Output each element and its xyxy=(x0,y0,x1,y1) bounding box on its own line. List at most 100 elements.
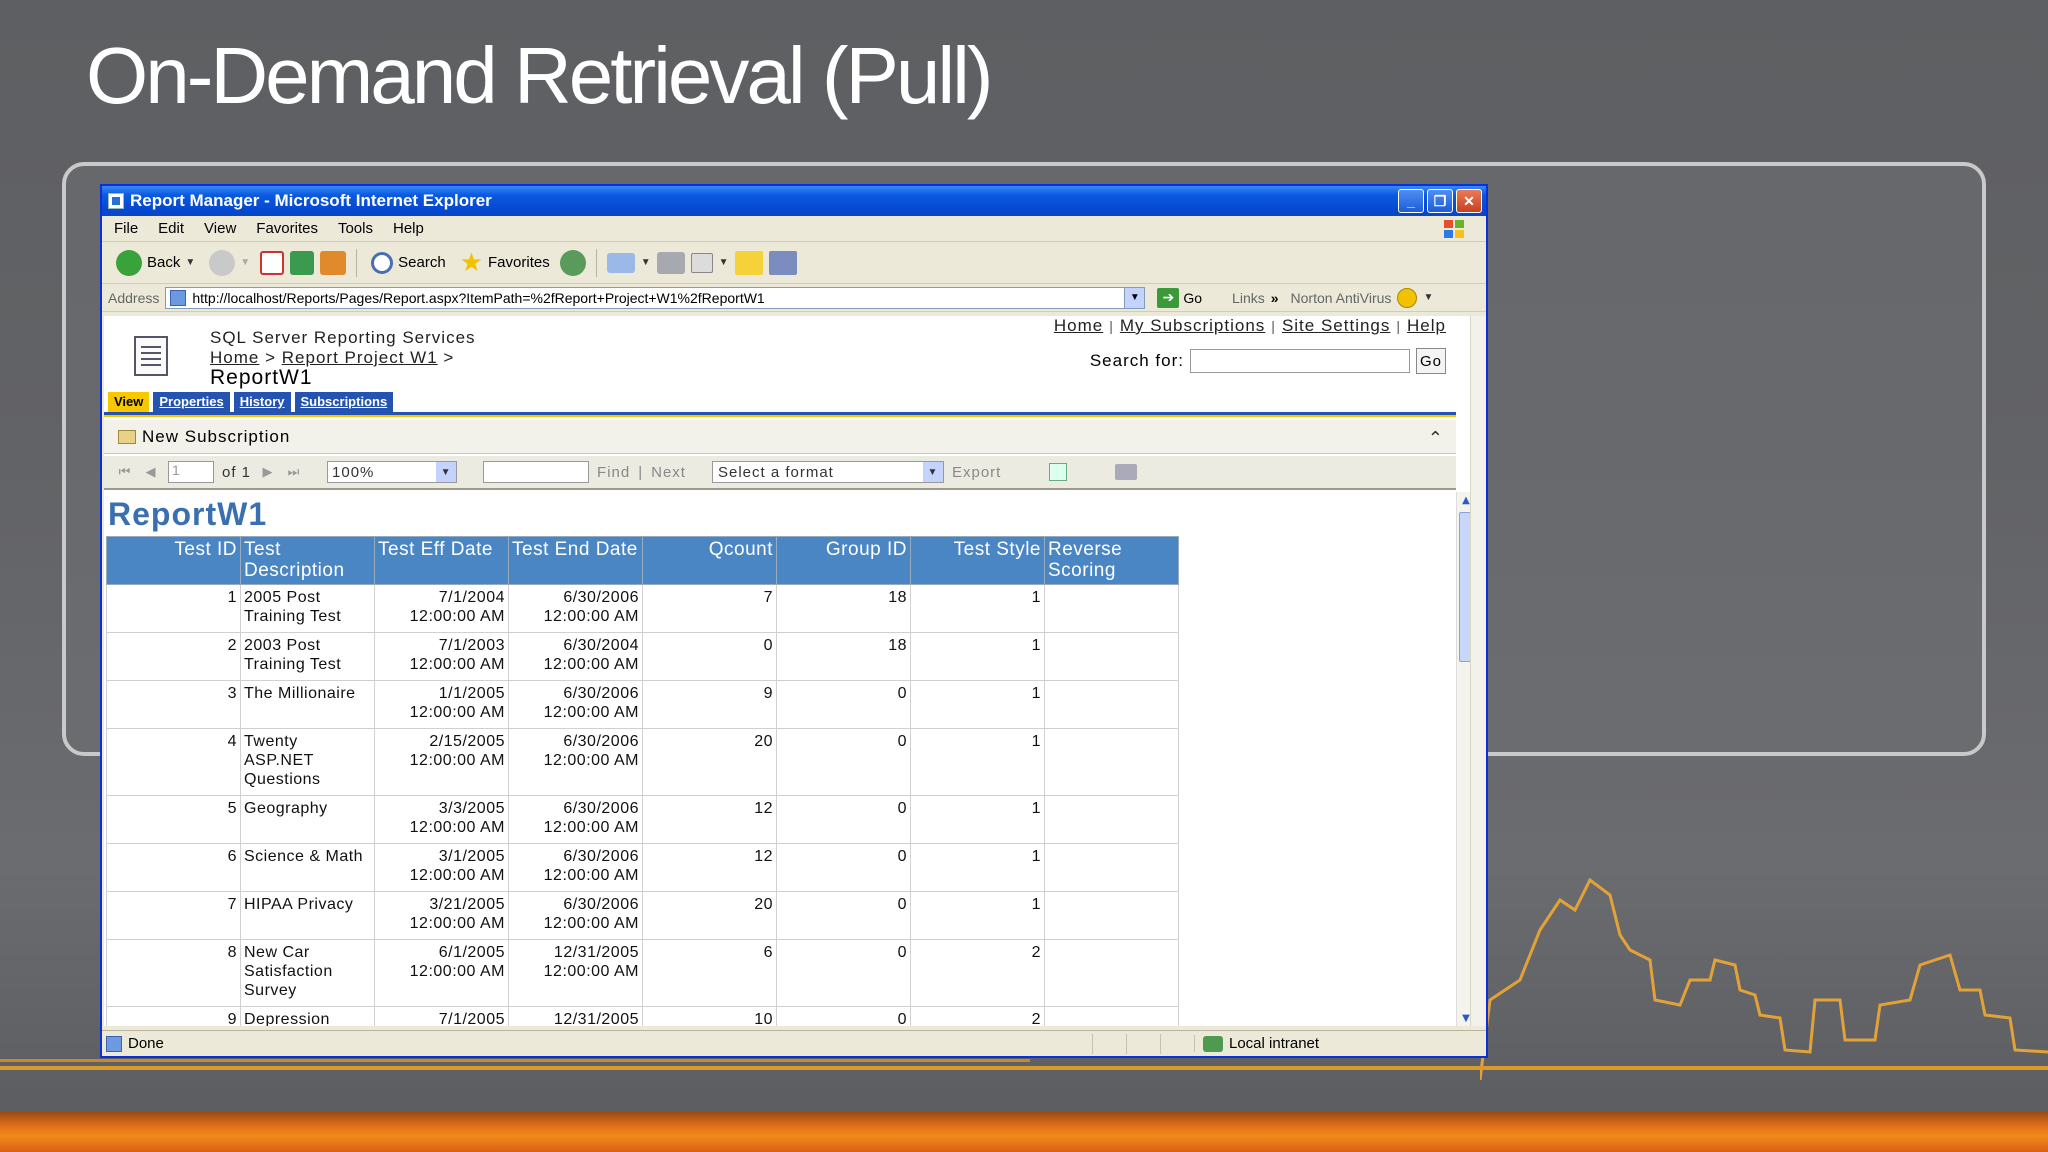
window-titlebar[interactable]: Report Manager - Microsoft Internet Expl… xyxy=(102,186,1486,216)
chevron-down-icon[interactable]: ▼ xyxy=(185,257,195,268)
links-more[interactable]: » xyxy=(1271,290,1279,306)
minimize-button[interactable]: _ xyxy=(1398,189,1424,213)
norton-label[interactable]: Norton AntiVirus xyxy=(1291,290,1392,306)
subscription-bar: New Subscription ⌃ xyxy=(104,420,1456,454)
cell-reverse-scoring xyxy=(1044,680,1179,729)
cell-qcount: 0 xyxy=(642,632,777,681)
last-page-icon[interactable]: ⏭ xyxy=(285,464,303,479)
menu-edit[interactable]: Edit xyxy=(158,220,184,237)
stop-icon[interactable] xyxy=(260,250,285,275)
menu-favorites[interactable]: Favorites xyxy=(256,220,318,237)
tab-strip: View Properties History Subscriptions xyxy=(108,392,394,412)
chevron-down-icon[interactable]: ▼ xyxy=(1124,287,1145,308)
go-label: Go xyxy=(1183,289,1203,306)
next-link[interactable]: Next xyxy=(651,464,686,481)
rs-header: SQL Server Reporting Services Home > Rep… xyxy=(104,316,1456,417)
find-input[interactable] xyxy=(483,461,590,483)
close-button[interactable]: ✕ xyxy=(1456,189,1482,213)
floor-line xyxy=(0,1059,1030,1062)
next-page-icon[interactable]: ▶ xyxy=(259,464,277,479)
link-home[interactable]: Home xyxy=(1054,316,1103,335)
refresh-icon[interactable] xyxy=(1049,463,1068,481)
previous-page-icon[interactable]: ◀ xyxy=(142,464,160,479)
history-icon[interactable] xyxy=(559,249,586,276)
cell-group-id: 18 xyxy=(776,632,911,681)
cell-eff-date: 1/1/2005 12:00:00 AM xyxy=(374,680,509,729)
tab-subscriptions[interactable]: Subscriptions xyxy=(294,392,394,412)
cell-test-style: 2 xyxy=(910,1006,1045,1026)
collapse-icon[interactable]: ⌃ xyxy=(1428,428,1444,449)
tab-properties[interactable]: Properties xyxy=(153,392,230,412)
menu-help[interactable]: Help xyxy=(393,220,424,237)
menu-view[interactable]: View xyxy=(204,220,236,237)
zoom-select[interactable]: 100% ▼ xyxy=(327,461,458,483)
report-table: Test ID Test Description Test Eff Date T… xyxy=(106,536,1179,1026)
link-site-settings[interactable]: Site Settings xyxy=(1282,316,1390,335)
cell-qcount: 12 xyxy=(642,795,777,844)
menu-bar: File Edit View Favorites Tools Help xyxy=(102,216,1486,242)
folder-icon[interactable] xyxy=(734,250,763,275)
cell-eff-date: 6/1/2005 12:00:00 AM xyxy=(374,939,509,1007)
home-icon[interactable] xyxy=(320,250,347,275)
research-icon[interactable] xyxy=(768,250,797,275)
go-button[interactable]: ➔ Go xyxy=(1151,287,1208,308)
menu-tools[interactable]: Tools xyxy=(338,220,373,237)
search-button[interactable]: Search xyxy=(367,250,450,276)
mail-icon[interactable] xyxy=(606,252,635,273)
cell-test-style: 1 xyxy=(910,584,1045,633)
refresh-icon[interactable] xyxy=(290,250,315,275)
find-link[interactable]: Find xyxy=(597,464,630,481)
cell-description: New Car Satisfaction Survey xyxy=(240,939,375,1007)
cell-group-id: 18 xyxy=(776,584,911,633)
cell-test-style: 1 xyxy=(910,843,1045,892)
edit-icon[interactable] xyxy=(690,252,713,273)
favorites-button[interactable]: ★ Favorites xyxy=(456,245,554,280)
page-scrollbar[interactable] xyxy=(1470,316,1486,1026)
export-link[interactable]: Export xyxy=(952,464,1001,481)
chevron-down-icon[interactable]: ▼ xyxy=(719,257,729,268)
chevron-down-icon[interactable]: ▼ xyxy=(641,257,651,268)
cell-group-id: 0 xyxy=(776,728,911,796)
address-input[interactable]: http://localhost/Reports/Pages/Report.as… xyxy=(165,286,1146,309)
cell-eff-date: 7/1/2004 12:00:00 AM xyxy=(374,584,509,633)
product-name: SQL Server Reporting Services xyxy=(210,328,476,347)
window-title: Report Manager - Microsoft Internet Expl… xyxy=(130,191,492,210)
address-label: Address xyxy=(108,289,160,306)
first-page-icon[interactable]: ⏮ xyxy=(116,464,134,479)
link-help[interactable]: Help xyxy=(1407,316,1446,335)
cell-test-style: 1 xyxy=(910,891,1045,940)
link-separator: | xyxy=(1109,318,1114,334)
links-label[interactable]: Links xyxy=(1232,290,1265,306)
menu-file[interactable]: File xyxy=(114,220,138,237)
table-row: 7 HIPAA Privacy 3/21/2005 12:00:00 AM 6/… xyxy=(106,891,1179,940)
cell-end-date: 6/30/2006 12:00:00 AM xyxy=(508,584,643,633)
restore-button[interactable]: ❐ xyxy=(1427,189,1453,213)
back-button[interactable]: Back ▼ xyxy=(112,248,199,278)
cell-qcount: 12 xyxy=(642,843,777,892)
crumb-home[interactable]: Home xyxy=(210,348,259,367)
new-subscription-link[interactable]: New Subscription xyxy=(142,427,290,447)
find-separator: | xyxy=(638,463,644,481)
cell-eff-date: 3/1/2005 12:00:00 AM xyxy=(374,843,509,892)
forward-button[interactable]: ▼ xyxy=(205,248,254,278)
export-format-select[interactable]: Select a format ▼ xyxy=(711,461,944,483)
column-header: Test Style xyxy=(910,536,1045,585)
cell-reverse-scoring xyxy=(1044,843,1179,892)
cell-description: Geography xyxy=(240,795,375,844)
tab-history[interactable]: History xyxy=(233,392,291,412)
print-icon[interactable] xyxy=(1115,464,1138,480)
cell-description: 2003 Post Training Test xyxy=(240,632,375,681)
page-number-input[interactable]: 1 xyxy=(168,461,214,483)
column-header: Test End Date xyxy=(508,536,643,585)
tab-view[interactable]: View xyxy=(108,392,150,412)
search-go-button[interactable]: Go xyxy=(1416,348,1446,374)
cell-reverse-scoring xyxy=(1044,939,1179,1007)
norton-icon[interactable] xyxy=(1397,287,1418,308)
search-input[interactable] xyxy=(1190,349,1410,373)
floor-line xyxy=(0,1066,2048,1070)
link-my-subscriptions[interactable]: My Subscriptions xyxy=(1120,316,1265,335)
print-icon[interactable] xyxy=(656,251,685,274)
column-header: Test Eff Date xyxy=(374,536,509,585)
chevron-down-icon[interactable]: ▼ xyxy=(1423,292,1433,303)
crumb-project[interactable]: Report Project W1 xyxy=(282,348,438,367)
